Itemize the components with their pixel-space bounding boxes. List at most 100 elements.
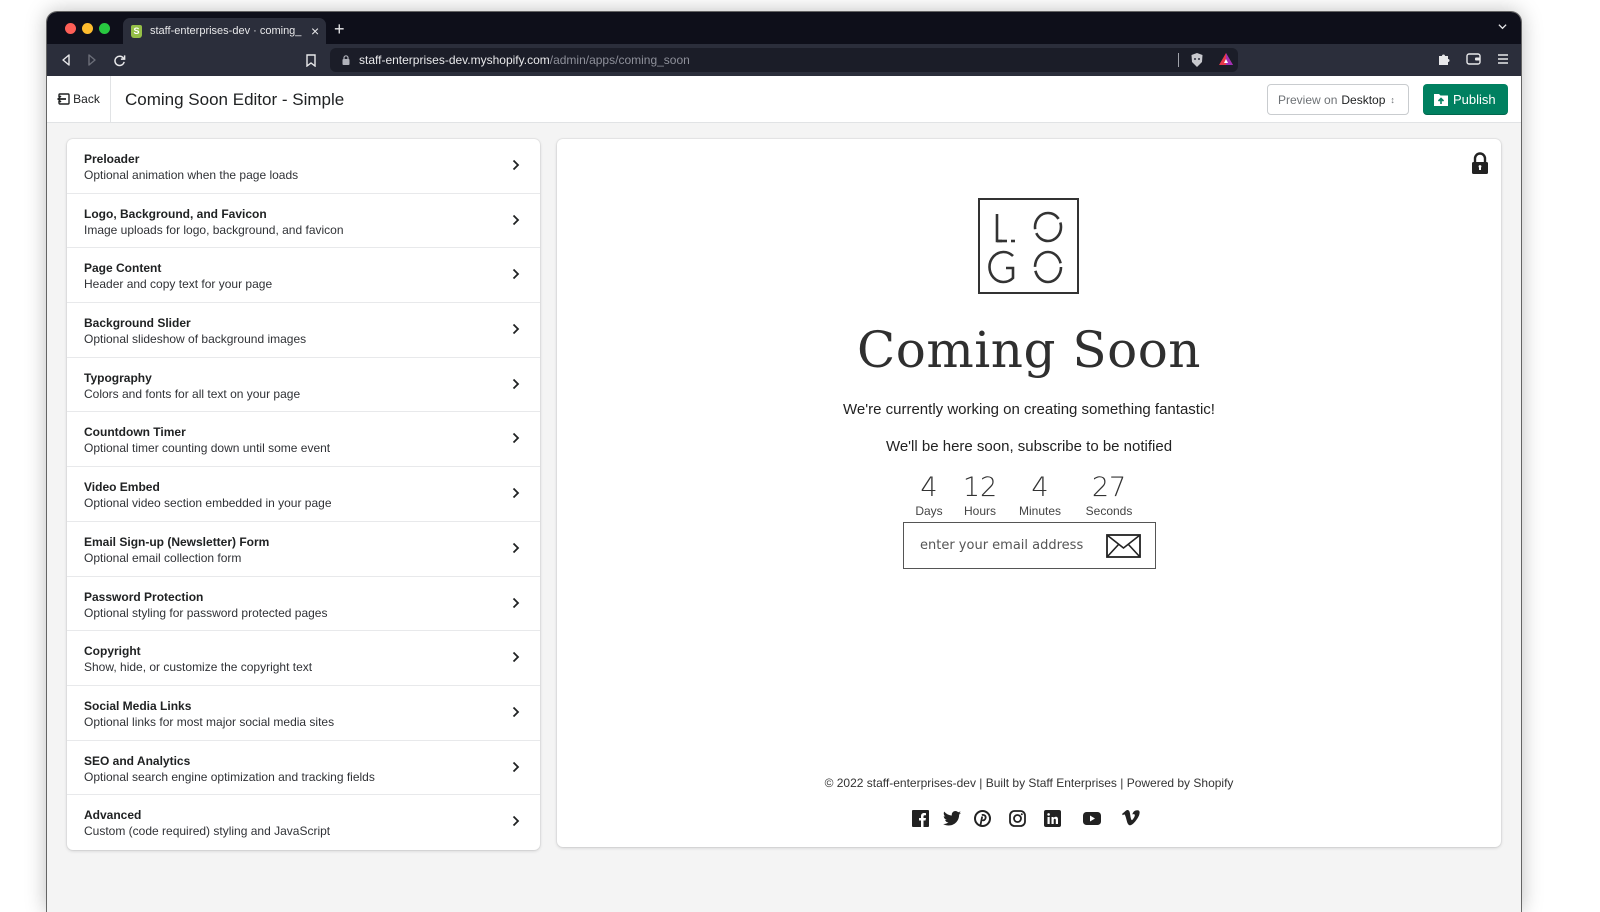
twitter-icon[interactable] xyxy=(942,809,961,827)
sidebar-item-title: Logo, Background, and Favicon xyxy=(84,206,267,221)
sidebar-item-description: Optional search engine optimization and … xyxy=(84,769,375,784)
bookmark-button[interactable] xyxy=(302,51,320,69)
close-tab-icon[interactable]: × xyxy=(311,24,319,38)
address-bar[interactable]: staff-enterprises-dev.myshopify.com/admi… xyxy=(330,48,1238,72)
close-window-button[interactable] xyxy=(65,23,76,34)
sidebar-item-description: Optional links for most major social med… xyxy=(84,714,335,729)
sidebar-item-typography[interactable]: Typography Colors and fonts for all text… xyxy=(67,358,540,413)
chevron-right-icon xyxy=(512,214,520,225)
wallet-icon[interactable] xyxy=(1466,52,1482,66)
brave-rewards-icon[interactable] xyxy=(1218,52,1234,66)
sidebar-item-email-sign-up-newsletter-form[interactable]: Email Sign-up (Newsletter) Form Optional… xyxy=(67,522,540,577)
preview-prefix: Preview on xyxy=(1278,92,1338,107)
browser-toolbar: staff-enterprises-dev.myshopify.com/admi… xyxy=(47,44,1521,76)
sidebar-item-title: Copyright xyxy=(84,644,141,659)
email-submit-button[interactable] xyxy=(1105,533,1141,559)
sidebar-item-description: Image uploads for logo, background, and … xyxy=(84,222,344,237)
back-button[interactable]: Back xyxy=(47,76,111,122)
maximize-window-button[interactable] xyxy=(99,23,110,34)
sidebar-item-title: Social Media Links xyxy=(84,698,192,713)
reload-icon xyxy=(113,54,125,66)
sidebar-item-description: Optional slideshow of background images xyxy=(84,332,307,347)
bookmark-icon xyxy=(306,53,316,67)
facebook-icon[interactable] xyxy=(911,809,930,827)
browser-window: S staff-enterprises-dev · coming_ × + st… xyxy=(47,12,1521,912)
sidebar-item-countdown-timer[interactable]: Countdown Timer Optional timer counting … xyxy=(67,412,540,468)
copyright-text: © 2022 staff-enterprises-dev | Built by … xyxy=(824,776,1234,790)
forward-nav-button[interactable] xyxy=(83,51,101,69)
countdown-hours: 12 Hours xyxy=(953,473,1007,519)
divider xyxy=(1178,53,1179,67)
sidebar-item-copyright[interactable]: Copyright Show, hide, or customize the c… xyxy=(67,631,540,686)
sidebar-item-title: Typography xyxy=(84,370,152,385)
chevron-down-icon[interactable] xyxy=(1498,22,1507,31)
vimeo-icon[interactable] xyxy=(1121,809,1140,827)
back-label: Back xyxy=(73,92,100,106)
chevron-right-icon xyxy=(512,761,520,772)
chevron-right-icon xyxy=(512,816,520,827)
countdown-value: 27 xyxy=(1091,472,1127,503)
publish-button[interactable]: Publish xyxy=(1423,84,1508,115)
brave-shield-icon[interactable] xyxy=(1190,52,1204,68)
chevron-right-icon xyxy=(512,542,520,553)
page-title: Coming Soon Editor - Simple xyxy=(125,90,345,109)
sidebar-item-description: Custom (code required) styling and JavaS… xyxy=(84,824,331,839)
forward-arrow-icon xyxy=(88,54,96,66)
exit-icon xyxy=(57,93,70,105)
preview-device-select[interactable]: Preview on Desktop ↕ xyxy=(1267,84,1409,115)
sidebar-item-title: Page Content xyxy=(84,261,162,276)
sidebar-item-description: Colors and fonts for all text on your pa… xyxy=(84,386,301,401)
url-path: /admin/apps/coming_soon xyxy=(549,53,690,67)
sidebar-item-description: Optional timer counting down until some … xyxy=(84,441,331,456)
menu-icon[interactable] xyxy=(1497,52,1509,66)
sidebar-item-description: Optional email collection form xyxy=(84,550,242,565)
sidebar-item-seo-and-analytics[interactable]: SEO and Analytics Optional search engine… xyxy=(67,741,540,796)
sidebar-item-preloader[interactable]: Preloader Optional animation when the pa… xyxy=(67,139,540,194)
preview-value: Desktop xyxy=(1341,92,1386,107)
chevron-right-icon xyxy=(512,487,520,499)
page-preview: Coming Soon We're currently working on c… xyxy=(557,139,1501,847)
browser-tab[interactable]: S staff-enterprises-dev · coming_ × xyxy=(123,18,326,44)
countdown-label: Hours xyxy=(963,504,996,518)
sidebar-item-video-embed[interactable]: Video Embed Optional video section embed… xyxy=(67,467,540,522)
sidebar-item-password-protection[interactable]: Password Protection Optional styling for… xyxy=(67,577,540,632)
sidebar-item-page-content[interactable]: Page Content Header and copy text for yo… xyxy=(67,248,540,304)
back-arrow-icon xyxy=(62,54,70,66)
sidebar-item-advanced[interactable]: Advanced Custom (code required) styling … xyxy=(67,795,540,850)
envelope-icon xyxy=(1105,533,1141,558)
chevron-right-icon xyxy=(512,433,520,444)
back-nav-button[interactable] xyxy=(57,51,75,69)
minimize-window-button[interactable] xyxy=(82,23,93,34)
chevron-right-icon xyxy=(512,706,520,718)
url-host: staff-enterprises-dev.myshopify.com xyxy=(359,53,550,67)
password-lock-icon[interactable] xyxy=(1471,152,1489,174)
reload-button[interactable] xyxy=(110,51,128,69)
sidebar-item-title: Password Protection xyxy=(84,589,204,604)
sidebar-item-logo-background-and-favicon[interactable]: Logo, Background, and Favicon Image uplo… xyxy=(67,194,540,249)
tab-strip: S staff-enterprises-dev · coming_ × + xyxy=(47,12,1521,44)
sidebar-item-description: Header and copy text for your page xyxy=(84,277,273,292)
pinterest-icon[interactable] xyxy=(973,809,992,827)
countdown-label: Days xyxy=(915,504,943,518)
linkedin-icon[interactable] xyxy=(1043,809,1062,827)
sidebar-item-background-slider[interactable]: Background Slider Optional slideshow of … xyxy=(67,303,540,358)
sidebar-item-description: Optional styling for password protected … xyxy=(84,605,328,620)
chevron-right-icon xyxy=(512,159,520,171)
subscribe-text: We'll be here soon, subscribe to be noti… xyxy=(885,438,1173,455)
sidebar-item-social-media-links[interactable]: Social Media Links Optional links for mo… xyxy=(67,686,540,741)
countdown-value: 4 xyxy=(920,472,938,503)
sidebar-item-title: Email Sign-up (Newsletter) Form xyxy=(84,534,270,549)
social-links xyxy=(911,809,1140,827)
countdown-value: 4 xyxy=(1031,472,1049,503)
youtube-icon[interactable] xyxy=(1082,809,1101,827)
new-tab-button[interactable]: + xyxy=(334,20,345,38)
sidebar-item-title: Preloader xyxy=(84,152,140,166)
chevron-right-icon xyxy=(512,652,520,663)
app-header: Back Coming Soon Editor - Simple Preview… xyxy=(47,76,1521,123)
intro-text: We're currently working on creating some… xyxy=(843,401,1215,418)
email-input[interactable] xyxy=(920,538,1100,553)
extensions-icon[interactable] xyxy=(1437,52,1451,66)
chevron-right-icon xyxy=(512,323,520,335)
instagram-icon[interactable] xyxy=(1008,809,1027,827)
countdown-timer: 4 Days 12 Hours 4 Minutes 27 Seconds xyxy=(905,473,1145,519)
